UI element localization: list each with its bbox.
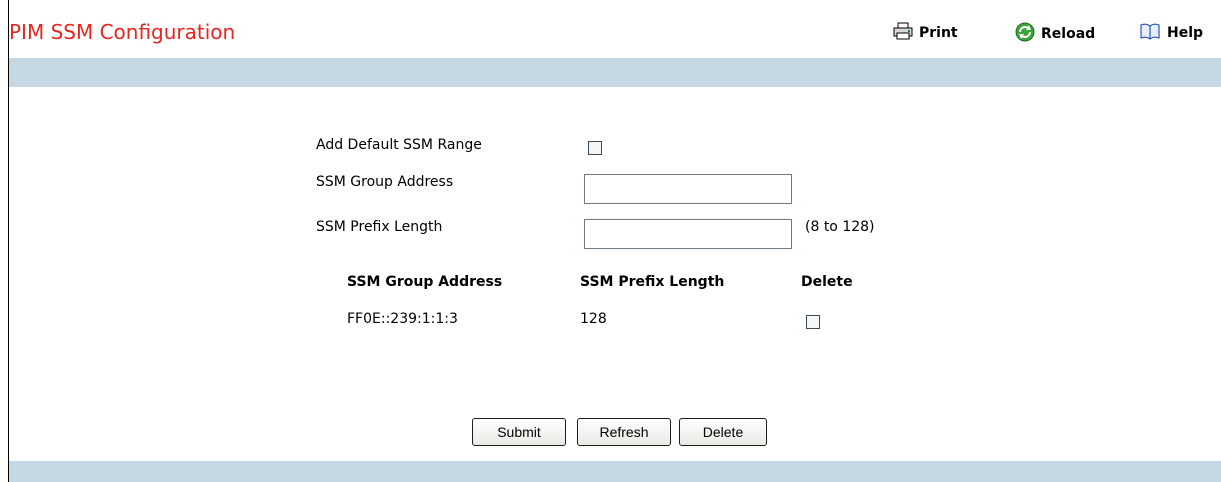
prefix-length-range-hint: (8 to 128) <box>805 219 875 235</box>
reload-icon <box>1015 22 1035 46</box>
column-header-group-address: SSM Group Address <box>347 274 503 290</box>
delete-button[interactable]: Delete <box>679 418 767 446</box>
help-label: Help <box>1167 25 1204 41</box>
print-button[interactable]: Print <box>893 22 958 44</box>
submit-button[interactable]: Submit <box>472 418 566 446</box>
column-header-delete: Delete <box>801 274 853 290</box>
add-default-ssm-range-checkbox[interactable] <box>588 141 602 155</box>
ssm-prefix-length-input[interactable] <box>584 219 792 249</box>
ssm-group-address-label: SSM Group Address <box>316 174 454 190</box>
title-bar: PIM SSM Configuration Print Reload Help <box>9 0 1221 58</box>
printer-icon <box>893 22 913 44</box>
header-band <box>9 58 1221 87</box>
print-label: Print <box>919 25 958 41</box>
page-title: PIM SSM Configuration <box>9 20 236 44</box>
help-book-icon <box>1139 22 1161 44</box>
page-frame: PIM SSM Configuration Print Reload Help … <box>8 0 1221 482</box>
column-header-prefix-length: SSM Prefix Length <box>580 274 725 290</box>
reload-button[interactable]: Reload <box>1015 22 1095 46</box>
ssm-group-address-input[interactable] <box>584 174 792 204</box>
refresh-button[interactable]: Refresh <box>577 418 671 446</box>
ssm-prefix-length-label: SSM Prefix Length <box>316 219 443 235</box>
row-prefix-length: 128 <box>580 311 607 327</box>
add-default-ssm-range-label: Add Default SSM Range <box>316 137 482 153</box>
row-delete-checkbox[interactable] <box>806 315 820 329</box>
help-button[interactable]: Help <box>1139 22 1203 44</box>
row-group-address: FF0E::239:1:1:3 <box>347 311 458 327</box>
footer-band <box>9 461 1221 482</box>
reload-label: Reload <box>1041 26 1096 42</box>
